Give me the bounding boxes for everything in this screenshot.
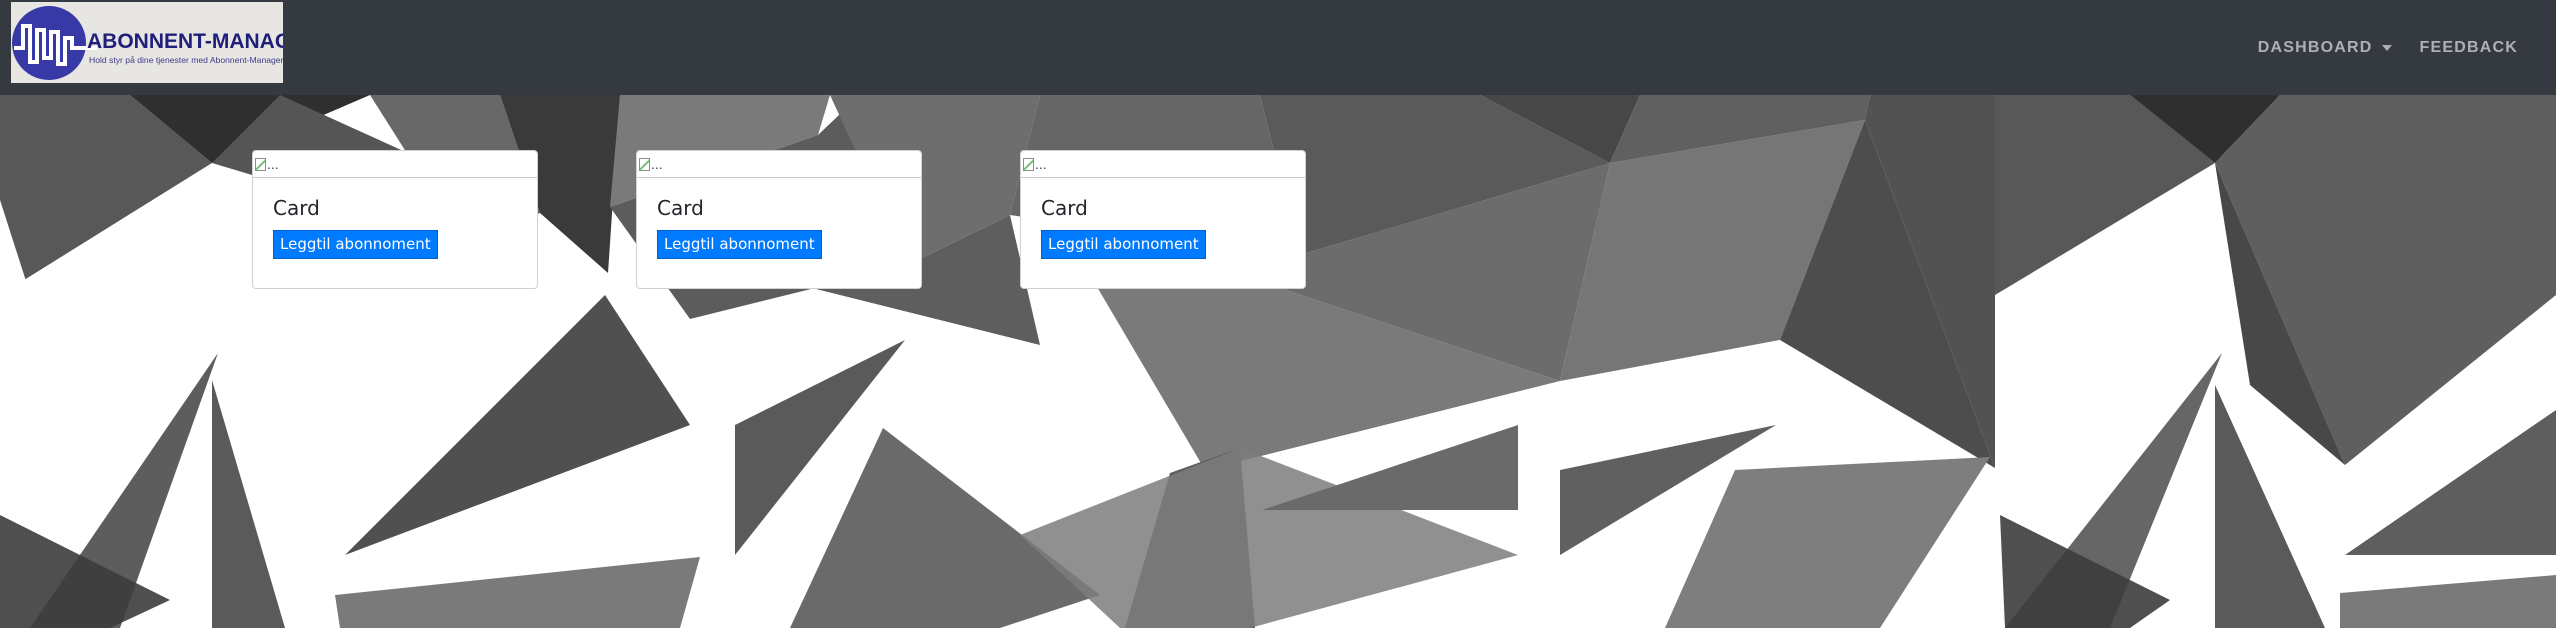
add-subscription-button[interactable]: Leggtil abonnoment — [657, 230, 822, 259]
nav-dashboard-dropdown[interactable]: DASHBOARD — [2258, 39, 2392, 57]
card-body: Card Leggtil abonnoment — [1021, 178, 1305, 259]
broken-image-icon — [1023, 157, 1034, 171]
card-image-placeholder: ... — [1021, 151, 1305, 178]
card-image-alt: ... — [267, 156, 279, 172]
logo-brand-text: ABONNENT-MANAGER — [87, 30, 283, 53]
brand-logo[interactable]: ABONNENT-MANAGER Hold styr på dine tjene… — [11, 2, 283, 83]
add-subscription-button[interactable]: Leggtil abonnoment — [1041, 230, 1206, 259]
card-body: Card Leggtil abonnoment — [637, 178, 921, 259]
navbar: ABONNENT-MANAGER Hold styr på dine tjene… — [0, 0, 2556, 95]
card-image-placeholder: ... — [253, 151, 537, 178]
broken-image-icon — [639, 157, 650, 171]
nav-dashboard-label: DASHBOARD — [2257, 38, 2373, 56]
nav-links: DASHBOARD FEEDBACK — [2258, 0, 2518, 95]
nav-feedback-link[interactable]: FEEDBACK — [2420, 39, 2519, 57]
card-body: Card Leggtil abonnoment — [253, 178, 537, 259]
nav-feedback-label: FEEDBACK — [2419, 38, 2518, 56]
logo-tagline: Hold styr på dine tjenester med Abonnent… — [89, 55, 283, 65]
subscription-card: ... Card Leggtil abonnoment — [252, 150, 538, 289]
card-title: Card — [657, 196, 704, 220]
card-image-alt: ... — [651, 156, 663, 172]
chevron-down-icon — [2381, 44, 2392, 51]
broken-image-icon — [255, 157, 266, 171]
add-subscription-button[interactable]: Leggtil abonnoment — [273, 230, 438, 259]
subscription-card: ... Card Leggtil abonnoment — [1020, 150, 1306, 289]
card-title: Card — [1041, 196, 1088, 220]
card-image-alt: ... — [1035, 156, 1047, 172]
card-image-placeholder: ... — [637, 151, 921, 178]
subscription-card: ... Card Leggtil abonnoment — [636, 150, 922, 289]
card-title: Card — [273, 196, 320, 220]
logo-graphic: ABONNENT-MANAGER Hold styr på dine tjene… — [12, 6, 283, 80]
